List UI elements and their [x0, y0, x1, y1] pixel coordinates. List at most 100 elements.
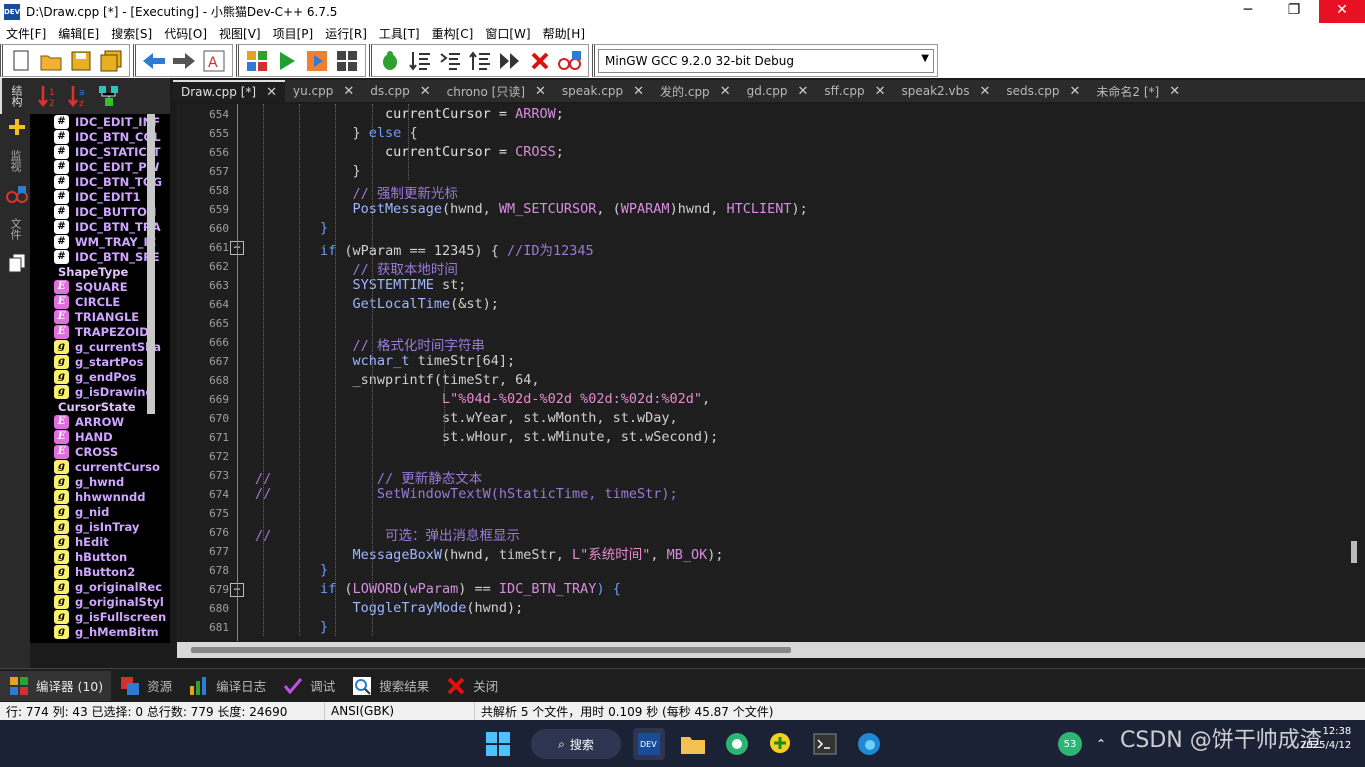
tree-item[interactable]: E HAND [30, 429, 170, 444]
tree-item[interactable]: g g_hwnd [30, 474, 170, 489]
code-line[interactable]: currentCursor = CROSS; [255, 144, 564, 163]
files-icon[interactable] [2, 250, 32, 276]
bottom-tab[interactable]: 资源 [111, 671, 180, 701]
bottom-tab[interactable]: 编译器 (10) [0, 670, 112, 701]
code-line[interactable]: if (LOWORD(wParam) == IDC_BTN_TRAY) { [255, 581, 621, 600]
step-over-icon[interactable] [407, 48, 433, 74]
tab-structure[interactable]: 结构 [0, 78, 30, 114]
code-line[interactable]: MessageBoxW(hwnd, timeStr, L"系统时间", MB_O… [255, 543, 724, 563]
tree-item[interactable]: g hButton [30, 549, 170, 564]
code-line[interactable]: L"%04d-%02d-%02d %02d:%02d:%02d", [255, 391, 710, 410]
step-into-icon[interactable] [437, 48, 463, 74]
compile-run-button[interactable] [304, 48, 330, 74]
code-line[interactable]: _snwprintf(timeStr, 64, [255, 372, 540, 391]
continue-icon[interactable] [497, 48, 523, 74]
editor-tab[interactable]: gd.cpp ✕ [739, 80, 817, 102]
compile-button[interactable] [244, 48, 270, 74]
tree-item[interactable]: g g_nid [30, 504, 170, 519]
notification-badge[interactable]: 53 [1054, 728, 1086, 760]
code-line[interactable]: SYSTEMTIME st; [255, 277, 467, 296]
start-windows-icon[interactable] [482, 728, 514, 760]
tree-item[interactable]: E ARROW [30, 414, 170, 429]
stop-icon[interactable] [527, 48, 553, 74]
tab-close-icon[interactable]: ✕ [535, 84, 546, 99]
taskbar-search[interactable]: ⌕ 搜索 [531, 729, 621, 759]
save-all-button[interactable] [98, 48, 124, 74]
taskbar-clock[interactable]: 12:38 2025/4/12 [1300, 725, 1351, 753]
step-out-icon[interactable] [467, 48, 493, 74]
code-line[interactable]: } [255, 163, 361, 182]
code-editor[interactable]: 654655656657658659660661−662663664665666… [177, 104, 1365, 641]
menu-item-4[interactable]: 视图[V] [213, 25, 267, 42]
tree-item[interactable]: g hEdit [30, 534, 170, 549]
tree-item[interactable]: g hhwwnndd [30, 489, 170, 504]
devcpp-task-icon[interactable]: DEV [633, 728, 665, 760]
file-explorer-icon[interactable] [677, 728, 709, 760]
tray-chevron-up-icon[interactable]: ⌃ [1085, 728, 1117, 760]
tab-files[interactable]: 文件 [0, 208, 30, 250]
code-line[interactable]: PostMessage(hwnd, WM_SETCURSOR, (WPARAM)… [255, 201, 808, 220]
menu-item-5[interactable]: 项目[P] [267, 25, 320, 42]
new-file-button[interactable] [8, 48, 34, 74]
editor-tab[interactable]: yu.cpp ✕ [285, 80, 362, 102]
format-code-button[interactable]: A [201, 48, 227, 74]
editor-tab[interactable]: seds.cpp ✕ [998, 80, 1088, 102]
editor-tab[interactable]: 未命名2 [*] ✕ [1088, 80, 1188, 102]
code-line[interactable]: // 可选：弹出消息框显示 [255, 524, 520, 544]
tree-item[interactable]: g g_hMemBitm [30, 624, 170, 639]
terminal-icon[interactable] [809, 728, 841, 760]
show-inherited-icon[interactable] [96, 83, 122, 109]
back-arrow-icon[interactable] [141, 48, 167, 74]
editor-tab[interactable]: chrono [只读] ✕ [439, 80, 554, 102]
file-encoding[interactable]: ANSI(GBK) [325, 702, 475, 720]
code-line[interactable]: // 强制更新光标 [255, 182, 458, 202]
menu-item-2[interactable]: 搜索[S] [105, 25, 158, 42]
tab-close-icon[interactable]: ✕ [633, 84, 644, 99]
horizontal-scroll-thumb[interactable] [191, 647, 791, 653]
menu-item-9[interactable]: 窗口[W] [479, 25, 536, 42]
tab-watch[interactable]: 监视 [0, 140, 30, 182]
code-line[interactable]: // 格式化时间字符串 [255, 334, 485, 354]
sort-alpha-icon[interactable]: 12 [36, 83, 62, 109]
menu-item-6[interactable]: 运行[R] [319, 25, 373, 42]
editor-tab[interactable]: speak.cpp ✕ [554, 80, 652, 102]
close-window-button[interactable]: ✕ [1319, 0, 1365, 23]
run-button[interactable] [274, 48, 300, 74]
code-line[interactable]: ToggleTrayMode(hwnd); [255, 600, 524, 619]
bottom-tab[interactable]: 关闭 [437, 671, 506, 701]
tab-close-icon[interactable]: ✕ [797, 84, 808, 99]
tab-close-icon[interactable]: ✕ [720, 84, 731, 99]
save-button[interactable] [68, 48, 94, 74]
code-line[interactable]: GetLocalTime(&st); [255, 296, 499, 315]
tab-close-icon[interactable]: ✕ [266, 85, 277, 100]
menu-item-10[interactable]: 帮助[H] [537, 25, 591, 42]
open-folder-button[interactable] [38, 48, 64, 74]
editor-tab[interactable]: ds.cpp ✕ [362, 80, 438, 102]
forward-arrow-icon[interactable] [171, 48, 197, 74]
code-line[interactable]: } [255, 220, 328, 239]
sort-type-icon[interactable]: az [66, 83, 92, 109]
tree-item[interactable]: g hButton2 [30, 564, 170, 579]
menu-item-8[interactable]: 重构[C] [426, 25, 480, 42]
editor-tab[interactable]: sff.cpp ✕ [816, 80, 893, 102]
editor-tab[interactable]: speak2.vbs ✕ [893, 80, 998, 102]
tab-close-icon[interactable]: ✕ [420, 84, 431, 99]
tree-item[interactable]: E CROSS [30, 444, 170, 459]
menu-item-3[interactable]: 代码[O] [158, 25, 213, 42]
editor-horizontal-scrollbar[interactable] [177, 642, 1365, 658]
menu-item-7[interactable]: 工具[T] [373, 25, 426, 42]
code-line[interactable]: wchar_t timeStr[64]; [255, 353, 516, 372]
add-watch-icon[interactable] [557, 48, 583, 74]
tree-item[interactable]: g g_originalStyl [30, 594, 170, 609]
code-line[interactable]: st.wYear, st.wMonth, st.wDay, [255, 410, 678, 429]
watch-glasses-icon[interactable] [2, 182, 32, 208]
app-green-icon[interactable] [721, 728, 753, 760]
code-line[interactable]: // // 更新静态文本 [255, 467, 482, 487]
code-line[interactable]: currentCursor = ARROW; [255, 106, 564, 125]
tree-item[interactable]: g g_isFullscreen [30, 609, 170, 624]
tree-item[interactable]: g g_isInTray [30, 519, 170, 534]
compiler-select[interactable]: MinGW GCC 9.2.0 32-bit Debug ▼ [598, 48, 934, 73]
editor-tab[interactable]: Draw.cpp [*] ✕ [173, 80, 285, 102]
bottom-tab[interactable]: 调试 [274, 671, 343, 701]
code-line[interactable]: } [255, 562, 328, 581]
